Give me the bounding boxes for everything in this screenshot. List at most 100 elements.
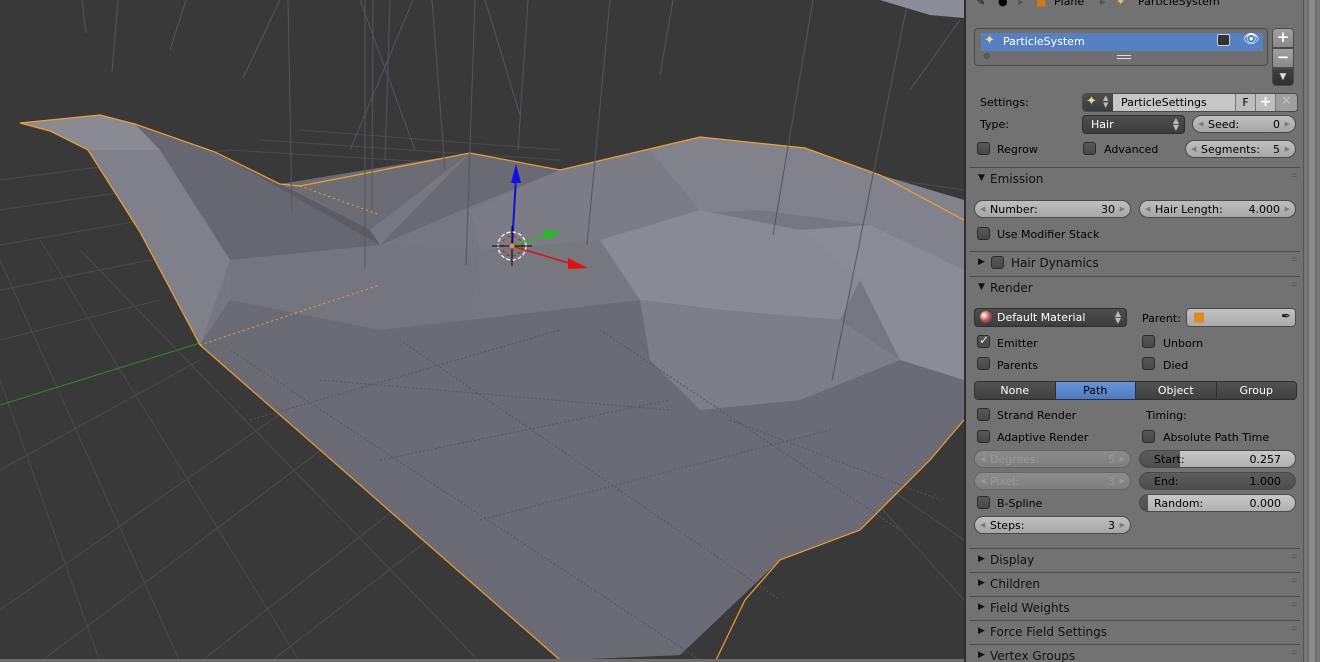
decrement-icon[interactable]: ◀ <box>980 455 985 463</box>
advanced-checkbox[interactable] <box>1083 142 1096 155</box>
emitter-checkbox[interactable] <box>977 333 990 348</box>
world-y-axis-line <box>0 342 201 406</box>
resize-grip-icon[interactable] <box>1117 55 1131 59</box>
type-dropdown[interactable]: Hair ▲ ▼ <box>1082 115 1185 134</box>
drag-grip-icon[interactable]: :::: <box>1292 578 1297 584</box>
random-label: Random: <box>1154 497 1204 510</box>
unlink-settings-button[interactable]: ✕ <box>1275 94 1297 111</box>
decrement-icon[interactable]: ◀ <box>1145 205 1150 213</box>
parent-label: Parent: <box>1142 312 1181 325</box>
increment-icon[interactable]: ▶ <box>1120 477 1125 485</box>
panel-header-hair-dynamics[interactable]: ▶ Hair Dynamics :::: <box>970 251 1300 273</box>
drag-grip-icon[interactable]: :::: <box>1292 626 1297 632</box>
panel-header-render[interactable]: ▼ Render :::: <box>970 276 1300 298</box>
particles-icon: ✦ <box>1086 94 1097 109</box>
render-as-object[interactable]: Object <box>1135 382 1216 399</box>
segments-field[interactable]: ◀ Segments: 5 ▶ <box>1185 140 1296 158</box>
decrement-icon[interactable]: ◀ <box>980 205 985 213</box>
decrement-icon[interactable]: ◀ <box>1198 120 1203 128</box>
number-field[interactable]: ◀ Number: 30 ▶ <box>974 200 1131 218</box>
eyedropper-icon[interactable]: ✒ <box>1281 309 1291 323</box>
absolute-path-time-checkbox[interactable] <box>1142 430 1155 443</box>
steps-field[interactable]: ◀ Steps: 3 ▶ <box>974 516 1131 534</box>
list-item-particle-system[interactable]: ✦ ParticleSystem 👁 <box>981 32 1263 51</box>
drag-grip-icon[interactable]: :::: <box>1292 173 1297 179</box>
specials-menu-button[interactable]: ▼ <box>1272 68 1294 86</box>
browse-settings-button[interactable]: ✦ ▲ ▼ <box>1083 94 1113 111</box>
strand-render-checkbox[interactable] <box>977 408 990 421</box>
add-particle-system-button[interactable]: + <box>1272 28 1294 48</box>
parents-checkbox[interactable] <box>977 357 990 370</box>
render-as-path[interactable]: Path <box>1054 382 1135 399</box>
bspline-checkbox[interactable] <box>977 496 990 509</box>
render-as-selector: None Path Object Group <box>974 381 1297 400</box>
random-value: 0.000 <box>1249 497 1282 510</box>
panel-header-force-field-settings[interactable]: ▶ Force Field Settings :::: <box>970 620 1300 642</box>
number-value: 30 <box>1101 203 1115 216</box>
end-slider[interactable]: End: 1.000 <box>1139 472 1296 490</box>
parents-label: Parents <box>997 359 1038 372</box>
panel-header-display[interactable]: ▶ Display :::: <box>970 548 1300 570</box>
pixel-field[interactable]: ◀ Pixel: 3 ▶ <box>974 472 1131 490</box>
decrement-icon[interactable]: ◀ <box>980 521 985 529</box>
increment-icon[interactable]: ▶ <box>1285 145 1290 153</box>
segments-value: 5 <box>1273 143 1280 156</box>
decrement-icon[interactable]: ◀ <box>980 477 985 485</box>
increment-icon[interactable]: ▶ <box>1120 521 1125 529</box>
random-slider[interactable]: Random: 0.000 <box>1139 494 1296 512</box>
start-value: 0.257 <box>1249 453 1282 466</box>
fake-user-button[interactable]: F <box>1235 94 1255 111</box>
scrollbar-thumb[interactable] <box>1308 0 1316 662</box>
render-camera-icon[interactable] <box>1217 34 1230 46</box>
regrow-checkbox[interactable] <box>977 142 990 155</box>
drag-grip-icon[interactable]: :::: <box>1292 650 1297 656</box>
use-modifier-stack-label: Use Modifier Stack <box>997 228 1100 241</box>
render-as-none[interactable]: None <box>975 382 1055 399</box>
number-label: Number: <box>990 203 1038 216</box>
3d-viewport[interactable] <box>0 0 964 662</box>
panel-header-children[interactable]: ▶ Children :::: <box>970 572 1300 594</box>
breadcrumb-particle-system[interactable]: ParticleSystem <box>1138 0 1220 8</box>
unborn-label: Unborn <box>1163 337 1204 350</box>
remove-particle-system-button[interactable]: − <box>1272 48 1294 68</box>
adaptive-render-checkbox[interactable] <box>977 430 990 443</box>
timing-label: Timing: <box>1146 409 1187 422</box>
panel-header-emission[interactable]: ▼ Emission :::: <box>970 167 1300 189</box>
died-checkbox[interactable] <box>1142 357 1155 370</box>
start-slider[interactable]: Start: 0.257 <box>1139 450 1296 468</box>
hair-length-field[interactable]: ◀ Hair Length: 4.000 ▶ <box>1139 200 1296 218</box>
updown-icon: ▲ ▼ <box>1103 94 1109 109</box>
new-settings-button[interactable]: + <box>1255 94 1275 111</box>
render-as-group[interactable]: Group <box>1215 382 1296 399</box>
drag-grip-icon[interactable]: :::: <box>1292 257 1297 263</box>
material-dropdown[interactable]: Default Material ▲ ▼ <box>974 308 1127 327</box>
increment-icon[interactable]: ▶ <box>1120 455 1125 463</box>
breadcrumb-object[interactable]: Plane <box>1054 0 1084 8</box>
end-label: End: <box>1154 475 1179 488</box>
use-modifier-stack-checkbox[interactable] <box>977 227 990 240</box>
seed-field[interactable]: ◀ Seed: 0 ▶ <box>1192 115 1296 133</box>
object-cube-icon: ■ <box>1193 310 1206 325</box>
increment-icon[interactable]: ▶ <box>1120 205 1125 213</box>
eye-visibility-icon[interactable]: 👁 <box>1243 32 1260 47</box>
parent-object-field[interactable]: ■ ✒ <box>1186 308 1296 327</box>
adaptive-render-label: Adaptive Render <box>997 431 1089 444</box>
increment-icon[interactable]: ▶ <box>1285 205 1290 213</box>
particle-settings-selector[interactable]: ✦ ▲ ▼ ParticleSettings F + ✕ <box>1082 93 1298 112</box>
collapsed-triangle-icon: ▶ <box>978 257 985 267</box>
decrement-icon[interactable]: ◀ <box>1191 145 1196 153</box>
panel-title: Children <box>990 577 1040 591</box>
filter-options-icon[interactable]: ⊕ <box>983 52 991 62</box>
drag-grip-icon[interactable]: :::: <box>1292 554 1297 560</box>
settings-name-field[interactable]: ParticleSettings <box>1121 96 1207 109</box>
properties-scrollbar[interactable] <box>1303 0 1320 662</box>
increment-icon[interactable]: ▶ <box>1285 120 1290 128</box>
drag-grip-icon[interactable]: :::: <box>1292 602 1297 608</box>
plane-mesh[interactable] <box>19 114 964 661</box>
panel-header-vertex-groups[interactable]: ▶ Vertex Groups :::: <box>970 644 1300 662</box>
drag-grip-icon[interactable]: :::: <box>1292 282 1297 288</box>
hair-dynamics-checkbox[interactable] <box>991 256 1004 269</box>
unborn-checkbox[interactable] <box>1142 335 1155 348</box>
panel-header-field-weights[interactable]: ▶ Field Weights :::: <box>970 596 1300 618</box>
degrees-field[interactable]: ◀ Degrees: 5 ▶ <box>974 450 1131 468</box>
